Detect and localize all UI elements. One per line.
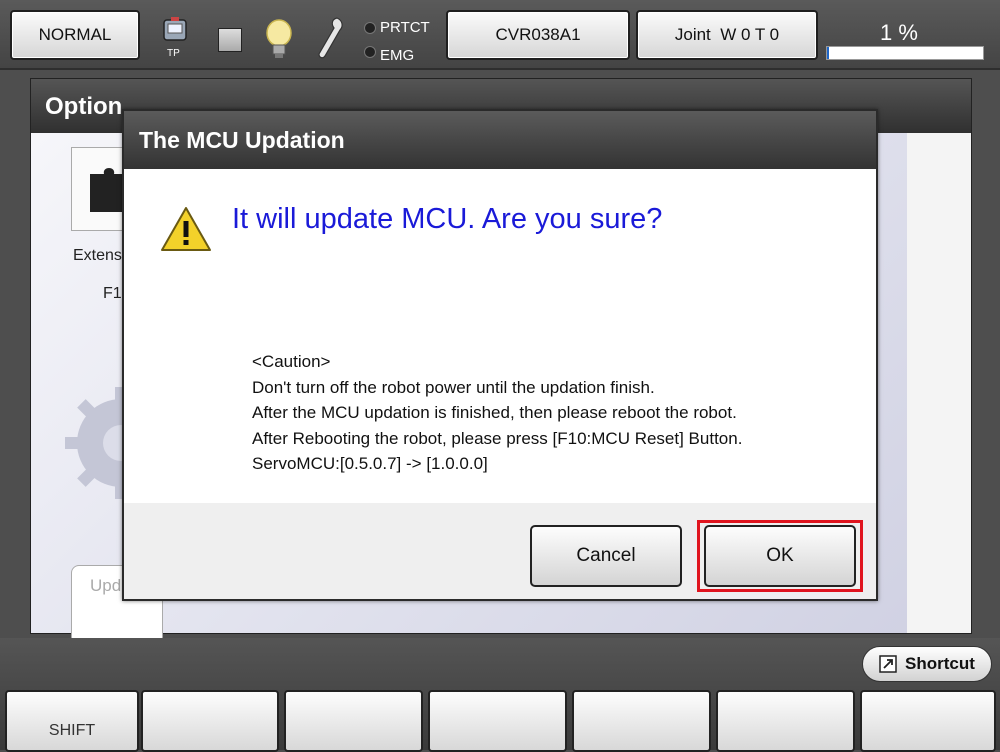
emg-label: EMG <box>380 47 415 64</box>
function-key-4[interactable] <box>428 690 567 752</box>
mcu-update-dialog: The MCU Updation It will update MCU. Are… <box>122 109 878 601</box>
robot-name-label: CVR038A1 <box>495 25 581 44</box>
ok-button[interactable]: OK <box>704 525 856 587</box>
update-input-placeholder: Upd <box>90 576 122 595</box>
shortcut-button[interactable]: Shortcut <box>862 646 992 682</box>
tp-label: TP <box>167 48 180 59</box>
coordinate-label: Joint W 0 T 0 <box>674 25 780 44</box>
stop-icon <box>218 28 242 52</box>
coordinate-button[interactable]: Joint W 0 T 0 <box>636 10 818 60</box>
mode-label: NORMAL <box>38 25 112 44</box>
ok-button-label: OK <box>766 545 794 566</box>
caution-line: After Rebooting the robot, please press … <box>252 428 743 448</box>
emg-lamp-icon <box>364 46 376 58</box>
shift-key[interactable]: SHIFT <box>5 690 139 752</box>
caution-text: <Caution> Don't turn off the robot power… <box>252 349 742 477</box>
option-window-scroll-area <box>907 133 971 633</box>
wrench-icon <box>316 16 346 65</box>
status-bar: NORMAL TP PRTCT EMG CVR038A1 Joint W 0 T… <box>0 0 1000 70</box>
function-key-6[interactable] <box>716 690 855 752</box>
speed-text: 1 % <box>880 20 918 45</box>
caution-line: After the MCU updation is finished, then… <box>252 403 737 422</box>
function-key-7[interactable] <box>860 690 996 752</box>
light-bulb-icon <box>264 18 294 65</box>
function-key-2[interactable] <box>141 690 279 752</box>
shortcut-label: Shortcut <box>905 654 975 673</box>
cancel-button-label: Cancel <box>576 545 636 566</box>
caution-line: Don't turn off the robot power until the… <box>252 377 655 397</box>
warning-icon <box>161 207 211 251</box>
cancel-button[interactable]: Cancel <box>530 525 682 587</box>
fkey-text: F1 <box>103 285 122 302</box>
speed-bar[interactable] <box>826 46 984 60</box>
robot-name-button[interactable]: CVR038A1 <box>446 10 630 60</box>
fkey-label: SHIFT <box>48 722 96 739</box>
prtct-label: PRTCT <box>380 19 430 36</box>
function-key-5[interactable] <box>572 690 711 752</box>
caution-line: <Caution> <box>252 352 331 371</box>
teach-pendant-icon[interactable]: TP <box>158 16 192 62</box>
speed-bar-fill <box>827 47 829 59</box>
function-key-3[interactable] <box>284 690 423 752</box>
mode-button[interactable]: NORMAL <box>10 10 140 60</box>
shortcut-icon <box>879 655 897 673</box>
dialog-question: It will update MCU. Are you sure? <box>232 203 663 235</box>
caution-line: ServoMCU:[0.5.0.7] -> [1.0.0.0] <box>252 454 488 473</box>
prtct-lamp-icon <box>364 22 376 34</box>
dialog-title: The MCU Updation <box>124 111 876 169</box>
extension-text: Extens <box>73 247 122 264</box>
